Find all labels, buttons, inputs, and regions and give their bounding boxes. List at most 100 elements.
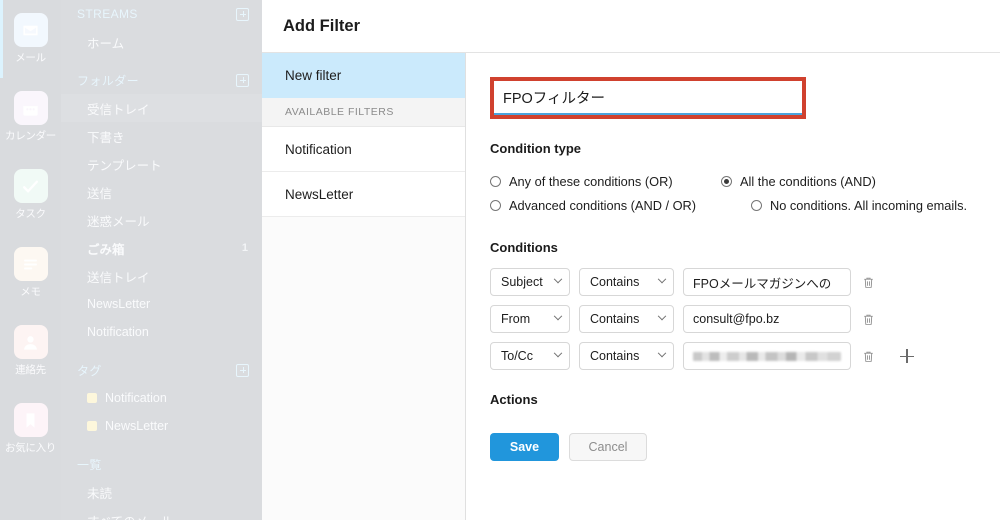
tag-color-chip: [87, 421, 97, 431]
dialog-body: New filter AVAILABLE FILTERS Notificatio…: [262, 53, 1000, 520]
delete-condition-button[interactable]: [860, 273, 877, 292]
folder-item-label: 未読: [87, 486, 113, 501]
mail-icon: [13, 13, 48, 47]
folder-item-label: 下書き: [87, 130, 125, 145]
filter-list-item-new-filter[interactable]: New filter: [262, 53, 465, 98]
note-icon: [13, 247, 48, 281]
rail-item-calendar[interactable]: カレンダー: [0, 78, 61, 156]
save-button[interactable]: Save: [490, 433, 559, 461]
folder-item-label: 迷惑メール: [87, 214, 150, 229]
radio-label: No conditions. All incoming emails.: [770, 197, 968, 213]
condition-field-value: Subject: [501, 275, 543, 289]
condition-value-text: FPOメールマガジンへの: [693, 276, 832, 291]
condition-field-value: To/Cc: [501, 349, 533, 363]
calendar-icon: [13, 91, 48, 125]
rail-item-check[interactable]: タスク: [0, 156, 61, 234]
folder-item-label: すべてのメール: [87, 511, 173, 520]
condition-field-select[interactable]: Subject: [490, 268, 570, 296]
filter-name-input[interactable]: [494, 81, 802, 115]
condition-field-select[interactable]: To/Cc: [490, 342, 570, 370]
folder-item[interactable]: 受信トレイ: [61, 94, 262, 122]
app-icon-rail: メールカレンダータスクメモ連絡先お気に入り: [0, 0, 61, 520]
condition-field-select[interactable]: From: [490, 305, 570, 333]
condition-operator-select[interactable]: Contains: [579, 305, 674, 333]
folder-item[interactable]: 未読: [61, 478, 262, 506]
condition-value-input[interactable]: consult@fpo.bz: [683, 305, 851, 333]
folder-section-header: フォルダー: [61, 66, 262, 94]
dialog-header: Add Filter: [262, 0, 1000, 53]
condition-type-options: Any of these conditions (OR) All the con…: [490, 169, 1000, 217]
chevron-down-icon: [553, 311, 563, 321]
radio-no-conditions[interactable]: No conditions. All incoming emails.: [751, 198, 967, 213]
filter-list-item[interactable]: Notification: [262, 127, 465, 172]
add-icon[interactable]: [236, 363, 249, 377]
condition-type-row-1: Any of these conditions (OR) All the con…: [490, 169, 1000, 193]
folder-item[interactable]: テンプレート: [61, 150, 262, 178]
radio-any-of-these-conditions[interactable]: Any of these conditions (OR): [490, 174, 728, 189]
radio-indicator: [490, 175, 501, 187]
rail-item-mail[interactable]: メール: [0, 0, 61, 78]
radio-advanced-conditions[interactable]: Advanced conditions (AND / OR): [490, 198, 728, 213]
add-icon[interactable]: [236, 73, 249, 87]
radio-indicator: [721, 175, 732, 187]
rail-item-note[interactable]: メモ: [0, 234, 61, 312]
rail-item-label: メモ: [20, 286, 41, 298]
delete-condition-button[interactable]: [860, 310, 877, 329]
delete-condition-button[interactable]: [860, 347, 877, 366]
condition-field-value: From: [501, 312, 531, 326]
radio-label: Advanced conditions (AND / OR): [509, 197, 697, 213]
folder-item-label: NewsLetter: [105, 419, 169, 433]
add-condition-button[interactable]: [898, 347, 916, 365]
condition-operator-value: Contains: [590, 349, 640, 363]
rail-item-contacts[interactable]: 連絡先: [0, 312, 61, 390]
folder-item[interactable]: Notification: [61, 318, 262, 346]
rail-item-label: タスク: [15, 208, 46, 220]
available-filters-header: AVAILABLE FILTERS: [262, 98, 465, 127]
folder-item-label: Notification: [105, 391, 167, 405]
folder-item[interactable]: 送信: [61, 178, 262, 206]
mail-folder-pane: STREAMS ホームフォルダー受信トレイ下書きテンプレート送信迷惑メールごみ箱 1…: [61, 0, 262, 520]
dialog-button-row: Save Cancel: [490, 433, 1000, 461]
folder-item[interactable]: ごみ箱 1: [61, 234, 262, 262]
rail-item-label: 連絡先: [15, 364, 46, 376]
folder-item[interactable]: NewsLetter: [61, 412, 262, 440]
folder-item[interactable]: Notification: [61, 384, 262, 412]
condition-operator-value: Contains: [590, 275, 640, 289]
folder-item[interactable]: 下書き: [61, 122, 262, 150]
filter-list-item-label: New filter: [285, 67, 342, 83]
cancel-button[interactable]: Cancel: [569, 433, 647, 461]
condition-type-title: Condition type: [490, 141, 581, 156]
folder-item-count: 1: [241, 242, 248, 254]
folder-item[interactable]: 送信トレイ: [61, 262, 262, 290]
folder-section-title: STREAMS: [77, 7, 138, 21]
contacts-icon: [13, 325, 48, 359]
folder-item[interactable]: NewsLetter: [61, 290, 262, 318]
rail-item-label: カレンダー: [5, 130, 56, 142]
condition-value-input[interactable]: [683, 342, 851, 370]
condition-operator-select[interactable]: Contains: [579, 342, 674, 370]
folder-item-label: 受信トレイ: [87, 102, 150, 117]
chevron-down-icon: [657, 348, 667, 358]
rail-item-bookmark[interactable]: お気に入り: [0, 390, 61, 468]
folder-section-title: タグ: [77, 363, 102, 378]
folder-item-label: 送信トレイ: [87, 270, 150, 285]
filter-name-highlight: [490, 77, 806, 119]
filter-list-item-label: Notification: [285, 141, 352, 157]
condition-row: Subject Contains FPOメールマガジンへの: [490, 268, 1000, 296]
folder-item-label: ホーム: [87, 36, 125, 51]
radio-label: Any of these conditions (OR): [509, 173, 673, 189]
bookmark-icon: [13, 403, 48, 437]
folder-item-label: 送信: [87, 186, 113, 201]
condition-operator-select[interactable]: Contains: [579, 268, 674, 296]
folder-item[interactable]: ホーム: [61, 28, 262, 56]
folder-item[interactable]: すべてのメール: [61, 506, 262, 520]
condition-type-row-2: Advanced conditions (AND / OR) No condit…: [490, 193, 1000, 217]
actions-title: Actions: [490, 392, 538, 407]
add-icon[interactable]: [236, 7, 249, 21]
rail-item-label: メール: [15, 52, 46, 64]
radio-all-the-conditions[interactable]: All the conditions (AND): [721, 174, 876, 189]
folder-item[interactable]: 迷惑メール: [61, 206, 262, 234]
filter-list-item[interactable]: NewsLetter: [262, 172, 465, 217]
folder-item-label: NewsLetter: [87, 297, 151, 311]
condition-value-input[interactable]: FPOメールマガジンへの: [683, 268, 851, 296]
